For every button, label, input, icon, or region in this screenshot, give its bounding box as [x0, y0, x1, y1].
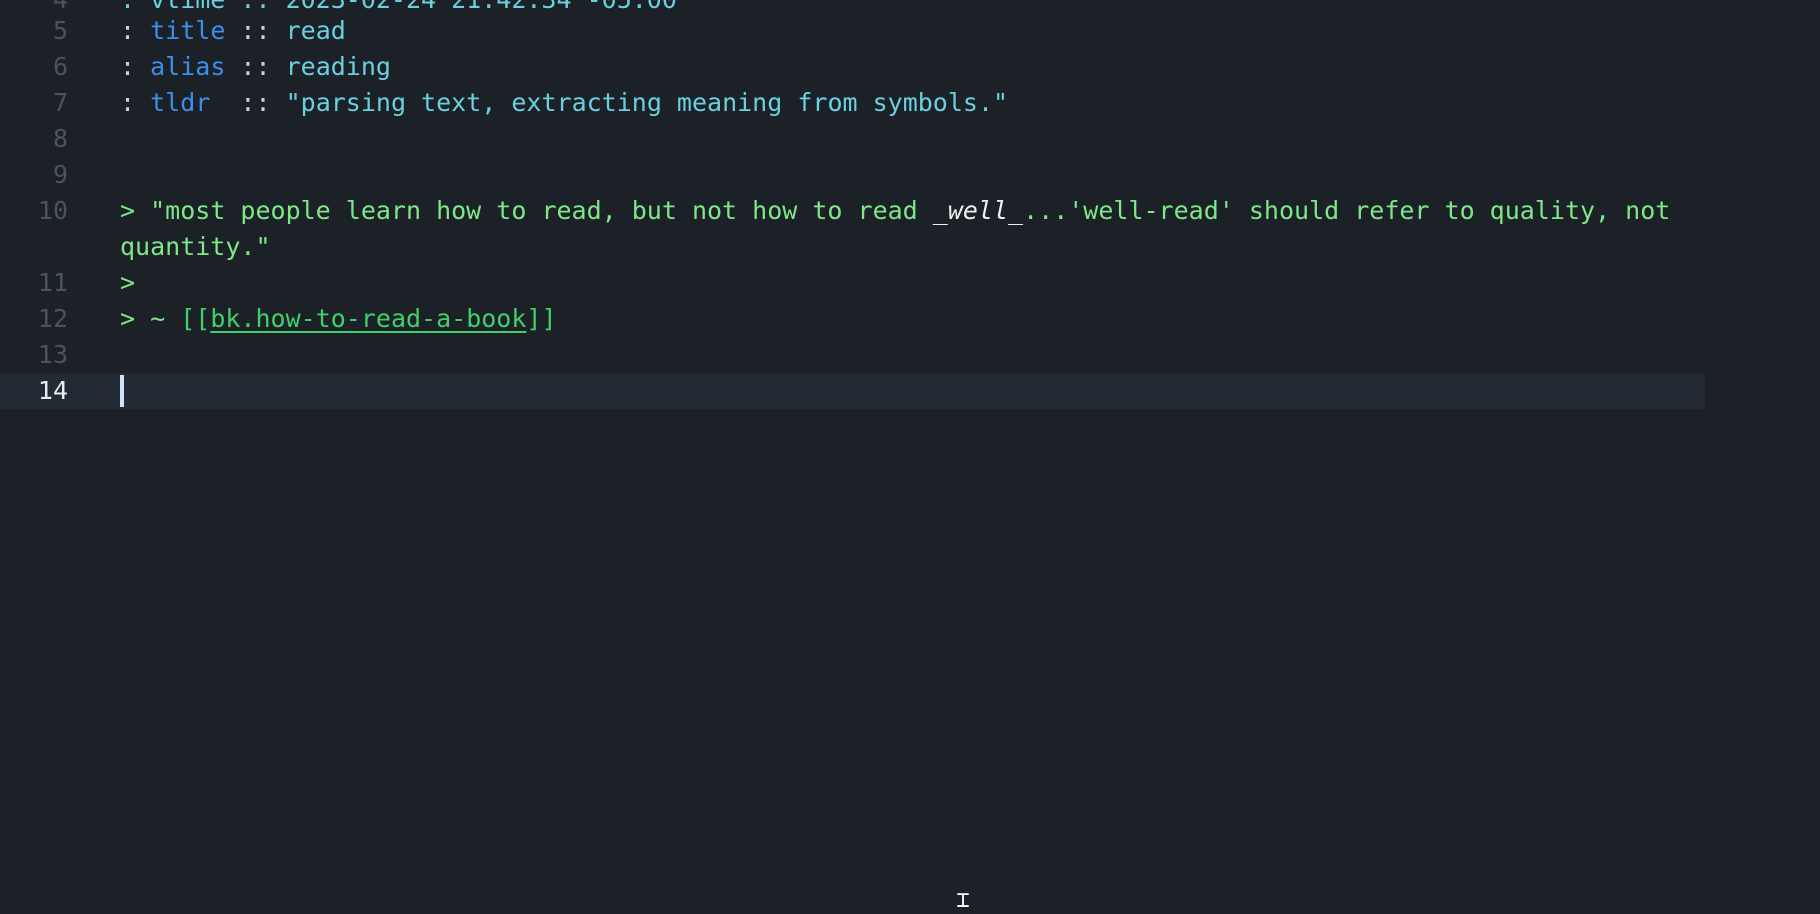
frontmatter-key: alias	[150, 52, 226, 81]
frontmatter-colon: :	[120, 88, 151, 117]
frontmatter-separator: ::	[225, 16, 286, 45]
line-number: 10	[37, 196, 68, 225]
line-number: 4	[0, 0, 68, 14]
blockquote-wrap: quantity."	[120, 232, 271, 261]
editor-line-14-current[interactable]: 14	[0, 373, 1705, 409]
frontmatter-key: tldr	[150, 88, 211, 117]
quote-part-1: "most people learn how to read, but not …	[150, 196, 933, 225]
frontmatter-colon: :	[120, 52, 151, 81]
editor-line-13[interactable]: 13	[0, 337, 1705, 373]
frontmatter-value: reading	[285, 52, 391, 81]
line-number: 11	[37, 268, 68, 297]
frontmatter-colon: :	[120, 16, 151, 45]
line-number: 14	[37, 376, 68, 405]
line-number: 9	[52, 160, 68, 189]
line-number: 12	[37, 304, 68, 333]
line-text: : title :: read	[120, 17, 346, 45]
editor-line-10[interactable]: 10 > "most people learn how to read, but…	[0, 193, 1705, 265]
i-beam-cursor-icon: ⌶	[956, 888, 970, 913]
blockquote-text: > "most people learn how to read, but no…	[120, 197, 1670, 225]
line-number: 13	[37, 340, 68, 369]
wikilink-open: [[	[180, 304, 211, 333]
frontmatter-value: read	[285, 16, 346, 45]
line-number: 8	[52, 124, 68, 153]
editor-line-8[interactable]: 8	[0, 121, 1705, 157]
text-cursor	[120, 375, 124, 407]
line-number: 6	[52, 52, 68, 81]
wikilink-close: ]]	[526, 304, 557, 333]
line-text: : tldr :: "parsing text, extracting mean…	[120, 89, 1008, 117]
emphasis-text: _well_	[932, 196, 1024, 225]
frontmatter-separator: ::	[210, 88, 286, 117]
editor-line-6[interactable]: 6 : alias :: reading	[0, 49, 1705, 85]
wikilink[interactable]: bk.how-to-read-a-book	[210, 304, 526, 333]
editor-line-12[interactable]: 12 > ~ [[bk.how-to-read-a-book]]	[0, 301, 1705, 337]
frontmatter-separator: ::	[225, 52, 286, 81]
frontmatter-key: title	[150, 16, 226, 45]
editor-line-11[interactable]: 11 >	[0, 265, 1705, 301]
frontmatter-value: "parsing text, extracting meaning from s…	[285, 88, 1009, 117]
editor-line-7[interactable]: 7 : tldr :: "parsing text, extracting me…	[0, 85, 1705, 121]
line-number: 5	[52, 16, 68, 45]
line-number: 7	[52, 88, 68, 117]
editor-line-5[interactable]: 5 : title :: read	[0, 13, 1705, 49]
quote-part-2: ...'well-read' should refer to quality, …	[1023, 196, 1671, 225]
line-text: > ~ [[bk.how-to-read-a-book]]	[120, 305, 557, 333]
line-text: : alias :: reading	[120, 53, 391, 81]
blockquote-marker: >	[120, 268, 136, 297]
editor-line-9[interactable]: 9	[0, 157, 1705, 193]
blockquote-prefix: > ~	[120, 304, 181, 333]
blockquote-marker: >	[120, 196, 151, 225]
line-text: : vtime :: 2023-02-24 21:42:34 -05:00	[120, 0, 677, 14]
editor[interactable]: 4 : vtime :: 2023-02-24 21:42:34 -05:00 …	[0, 0, 1820, 914]
